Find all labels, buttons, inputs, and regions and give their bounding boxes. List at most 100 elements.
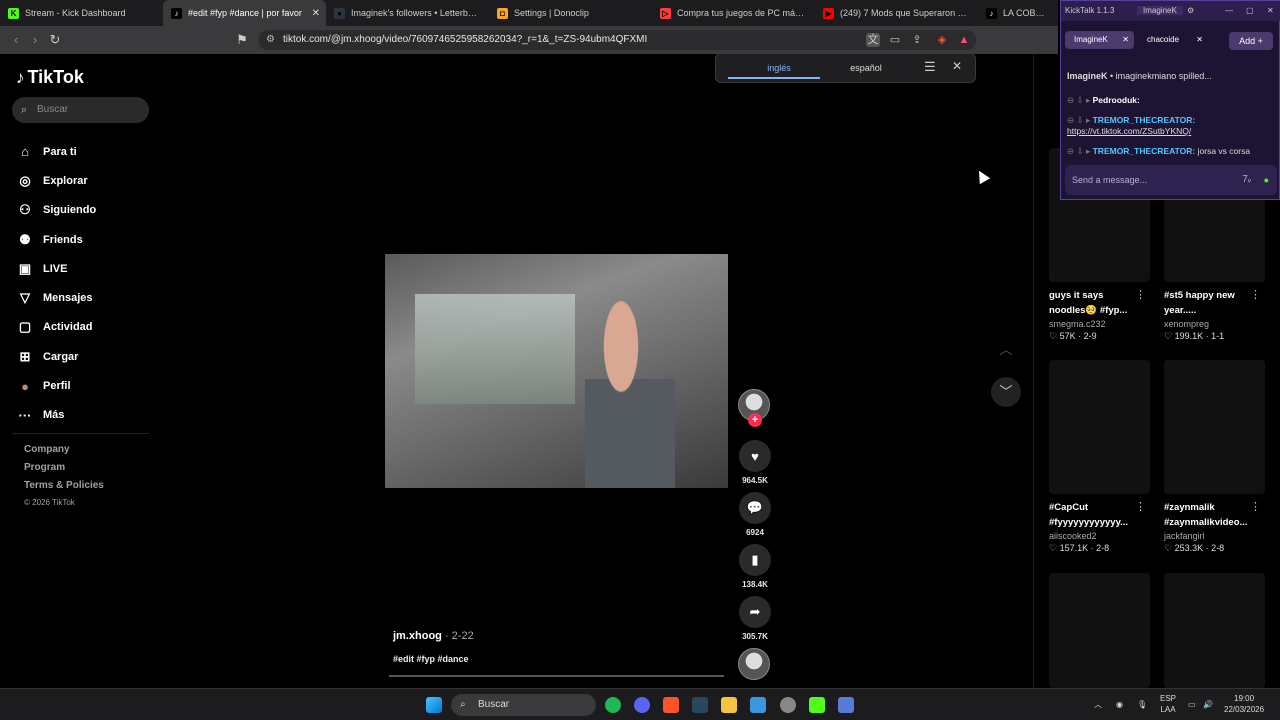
- card-user[interactable]: smegma.c232: [1049, 319, 1150, 329]
- more-options-icon[interactable]: ⋮: [1135, 500, 1146, 513]
- spotify-icon[interactable]: [605, 697, 621, 713]
- author-name[interactable]: jm.xhoog: [393, 630, 442, 642]
- add-chat-button[interactable]: Add +: [1229, 32, 1273, 50]
- comment-button[interactable]: 💬 6924: [738, 492, 772, 537]
- windows-start-icon[interactable]: [426, 697, 442, 713]
- share-button[interactable]: ➦ 305.7K: [738, 596, 772, 641]
- settings-icon[interactable]: ⚙: [1187, 6, 1194, 15]
- video-card[interactable]: #zaynmalik #zaynmalikvideo... ⋮ jackfangir…: [1164, 360, 1265, 554]
- follow-plus-icon[interactable]: +: [748, 413, 762, 427]
- maximize-icon[interactable]: ▢: [1246, 6, 1254, 15]
- brave-icon[interactable]: [663, 697, 679, 713]
- video-thumbnail[interactable]: [1049, 573, 1150, 688]
- author-avatar[interactable]: +: [738, 389, 772, 427]
- message-user[interactable]: Pedrooduk:: [1093, 95, 1140, 105]
- app-icon[interactable]: [838, 697, 854, 713]
- discord-icon[interactable]: [634, 697, 650, 713]
- file-explorer-icon[interactable]: [721, 697, 737, 713]
- browser-tab[interactable]: ● Imaginek's followers • Letterboxd: [326, 0, 489, 26]
- card-user[interactable]: aiiscooked2: [1049, 531, 1150, 541]
- photos-icon[interactable]: [750, 697, 766, 713]
- video-thumbnail[interactable]: [1164, 573, 1265, 688]
- sidebar-item-explorar[interactable]: ◎ Explorar: [16, 166, 96, 195]
- sidebar-item-cargar[interactable]: ⊞ Cargar: [16, 342, 96, 371]
- video-progress-bar[interactable]: [389, 675, 724, 677]
- footer-link-terms[interactable]: Terms & Policies: [24, 480, 104, 498]
- obs-icon[interactable]: [780, 697, 796, 713]
- sidebar-item-más[interactable]: ··· Más: [16, 401, 96, 430]
- more-options-icon[interactable]: ⋮: [1250, 500, 1261, 513]
- video-card[interactable]: [1164, 573, 1265, 688]
- kick-icon[interactable]: [809, 697, 825, 713]
- message-link[interactable]: https://vt.tiktok.com/ZSutbYKNQ/: [1067, 126, 1191, 136]
- message-user[interactable]: TREMOR_THECREATOR:: [1093, 115, 1196, 125]
- tray-app-icon[interactable]: ◉: [1116, 699, 1123, 710]
- video-thumbnail[interactable]: [1164, 360, 1265, 494]
- chip-close-icon[interactable]: ✕: [1196, 31, 1203, 49]
- sidebar-item-siguiendo[interactable]: ⚇ Siguiendo: [16, 196, 96, 225]
- rewards-icon[interactable]: ▲: [957, 33, 971, 47]
- sidebar-item-actividad[interactable]: ▢ Actividad: [16, 313, 96, 342]
- more-options-icon[interactable]: ⋮: [1250, 288, 1261, 301]
- like-button[interactable]: ♥ 964.5K: [738, 440, 772, 485]
- search-input[interactable]: ⌕ Buscar: [12, 97, 149, 123]
- menu-icon[interactable]: ☰: [924, 59, 936, 75]
- browser-tab[interactable]: ◘ Settings | Donoclip: [489, 0, 652, 26]
- network-icon[interactable]: ▭: [1188, 699, 1196, 710]
- lang-to-tab[interactable]: español: [816, 63, 916, 73]
- card-user[interactable]: jackfangirl: [1164, 531, 1265, 541]
- footer-link-company[interactable]: Company: [24, 444, 104, 462]
- minimize-icon[interactable]: —: [1225, 6, 1233, 15]
- browser-tab[interactable]: ♪ #edit #fyp #dance | por favor ✕: [163, 0, 326, 26]
- video-thumbnail[interactable]: [1049, 360, 1150, 494]
- back-icon[interactable]: ‹: [6, 32, 26, 47]
- card-user[interactable]: xenompreg: [1164, 319, 1265, 329]
- chip-close-icon[interactable]: ✕: [1122, 31, 1129, 49]
- more-options-icon[interactable]: ⋮: [1135, 288, 1146, 301]
- chevron-down-icon[interactable]: ﹀: [991, 377, 1021, 407]
- browser-tab[interactable]: ▶ (249) 7 Mods que Superaron al Vide: [815, 0, 978, 26]
- chat-input[interactable]: Send a message... 7ᵥ ●: [1065, 165, 1277, 195]
- bookmark-icon[interactable]: ⚑: [232, 32, 252, 48]
- browser-tab[interactable]: ▷ Compra tus juegos de PC más barat: [652, 0, 815, 26]
- close-icon[interactable]: ✕: [1267, 6, 1274, 15]
- hashtags[interactable]: #edit #fyp #dance: [393, 654, 474, 664]
- chevron-up-icon[interactable]: ︿: [991, 335, 1021, 365]
- sidebar-item-live[interactable]: ▣ LIVE: [16, 254, 96, 283]
- chat-chip-chacoide[interactable]: chacoide ✕: [1138, 31, 1208, 49]
- sidebar-item-friends[interactable]: ⚉ Friends: [16, 225, 96, 254]
- steam-icon[interactable]: [692, 697, 708, 713]
- close-icon[interactable]: ✕: [952, 59, 962, 73]
- forward-icon[interactable]: ›: [25, 32, 45, 47]
- share-icon[interactable]: ⇪: [910, 33, 924, 47]
- sound-avatar[interactable]: [738, 648, 772, 680]
- video-card[interactable]: #CapCut #fyyyyyyyyyyyy... ⋮ aiiscooked2 ♡ 1…: [1049, 360, 1150, 554]
- sidebar-item-perfil[interactable]: ● Perfil: [16, 371, 96, 400]
- sidebar-item-mensajes[interactable]: ▽ Mensajes: [16, 283, 96, 312]
- browser-tab[interactable]: K Stream - Kick Dashboard: [0, 0, 163, 26]
- translate-icon[interactable]: 文: [866, 33, 880, 47]
- kicktalk-account[interactable]: ImagineK: [1137, 6, 1183, 15]
- site-info-icon[interactable]: ⚙: [266, 30, 275, 50]
- video-card[interactable]: [1049, 573, 1150, 688]
- clock[interactable]: 19:00 22/03/2026: [1224, 693, 1264, 715]
- video-player[interactable]: [385, 254, 728, 488]
- cast-icon[interactable]: ▭: [888, 33, 902, 47]
- close-tab-icon[interactable]: ✕: [312, 8, 320, 19]
- taskbar-search[interactable]: ⌕ Buscar: [451, 694, 596, 716]
- language-indicator[interactable]: ESP LAA: [1160, 693, 1176, 715]
- emoji-icon[interactable]: ●: [1264, 165, 1269, 195]
- tray-chevron-icon[interactable]: ︿: [1094, 699, 1102, 710]
- message-user[interactable]: TREMOR_THECREATOR:: [1093, 146, 1196, 156]
- browser-tab[interactable]: ♪ LA COBRA LO RI: [978, 0, 1053, 26]
- emote-icon[interactable]: 7ᵥ: [1242, 165, 1251, 195]
- tiktok-logo[interactable]: ♪ TikTok: [16, 67, 84, 88]
- sidebar-item-para-ti[interactable]: ⌂ Para ti: [16, 137, 96, 166]
- volume-icon[interactable]: 🔊: [1203, 699, 1213, 710]
- reload-icon[interactable]: ↻: [45, 32, 65, 48]
- save-button[interactable]: ▮ 138.4K: [738, 544, 772, 589]
- microphone-icon[interactable]: 🎙: [1137, 699, 1147, 710]
- footer-link-program[interactable]: Program: [24, 462, 104, 480]
- brave-shield-icon[interactable]: ◈: [935, 33, 949, 47]
- chat-chip-imaginek[interactable]: ImagineK ✕: [1065, 31, 1134, 49]
